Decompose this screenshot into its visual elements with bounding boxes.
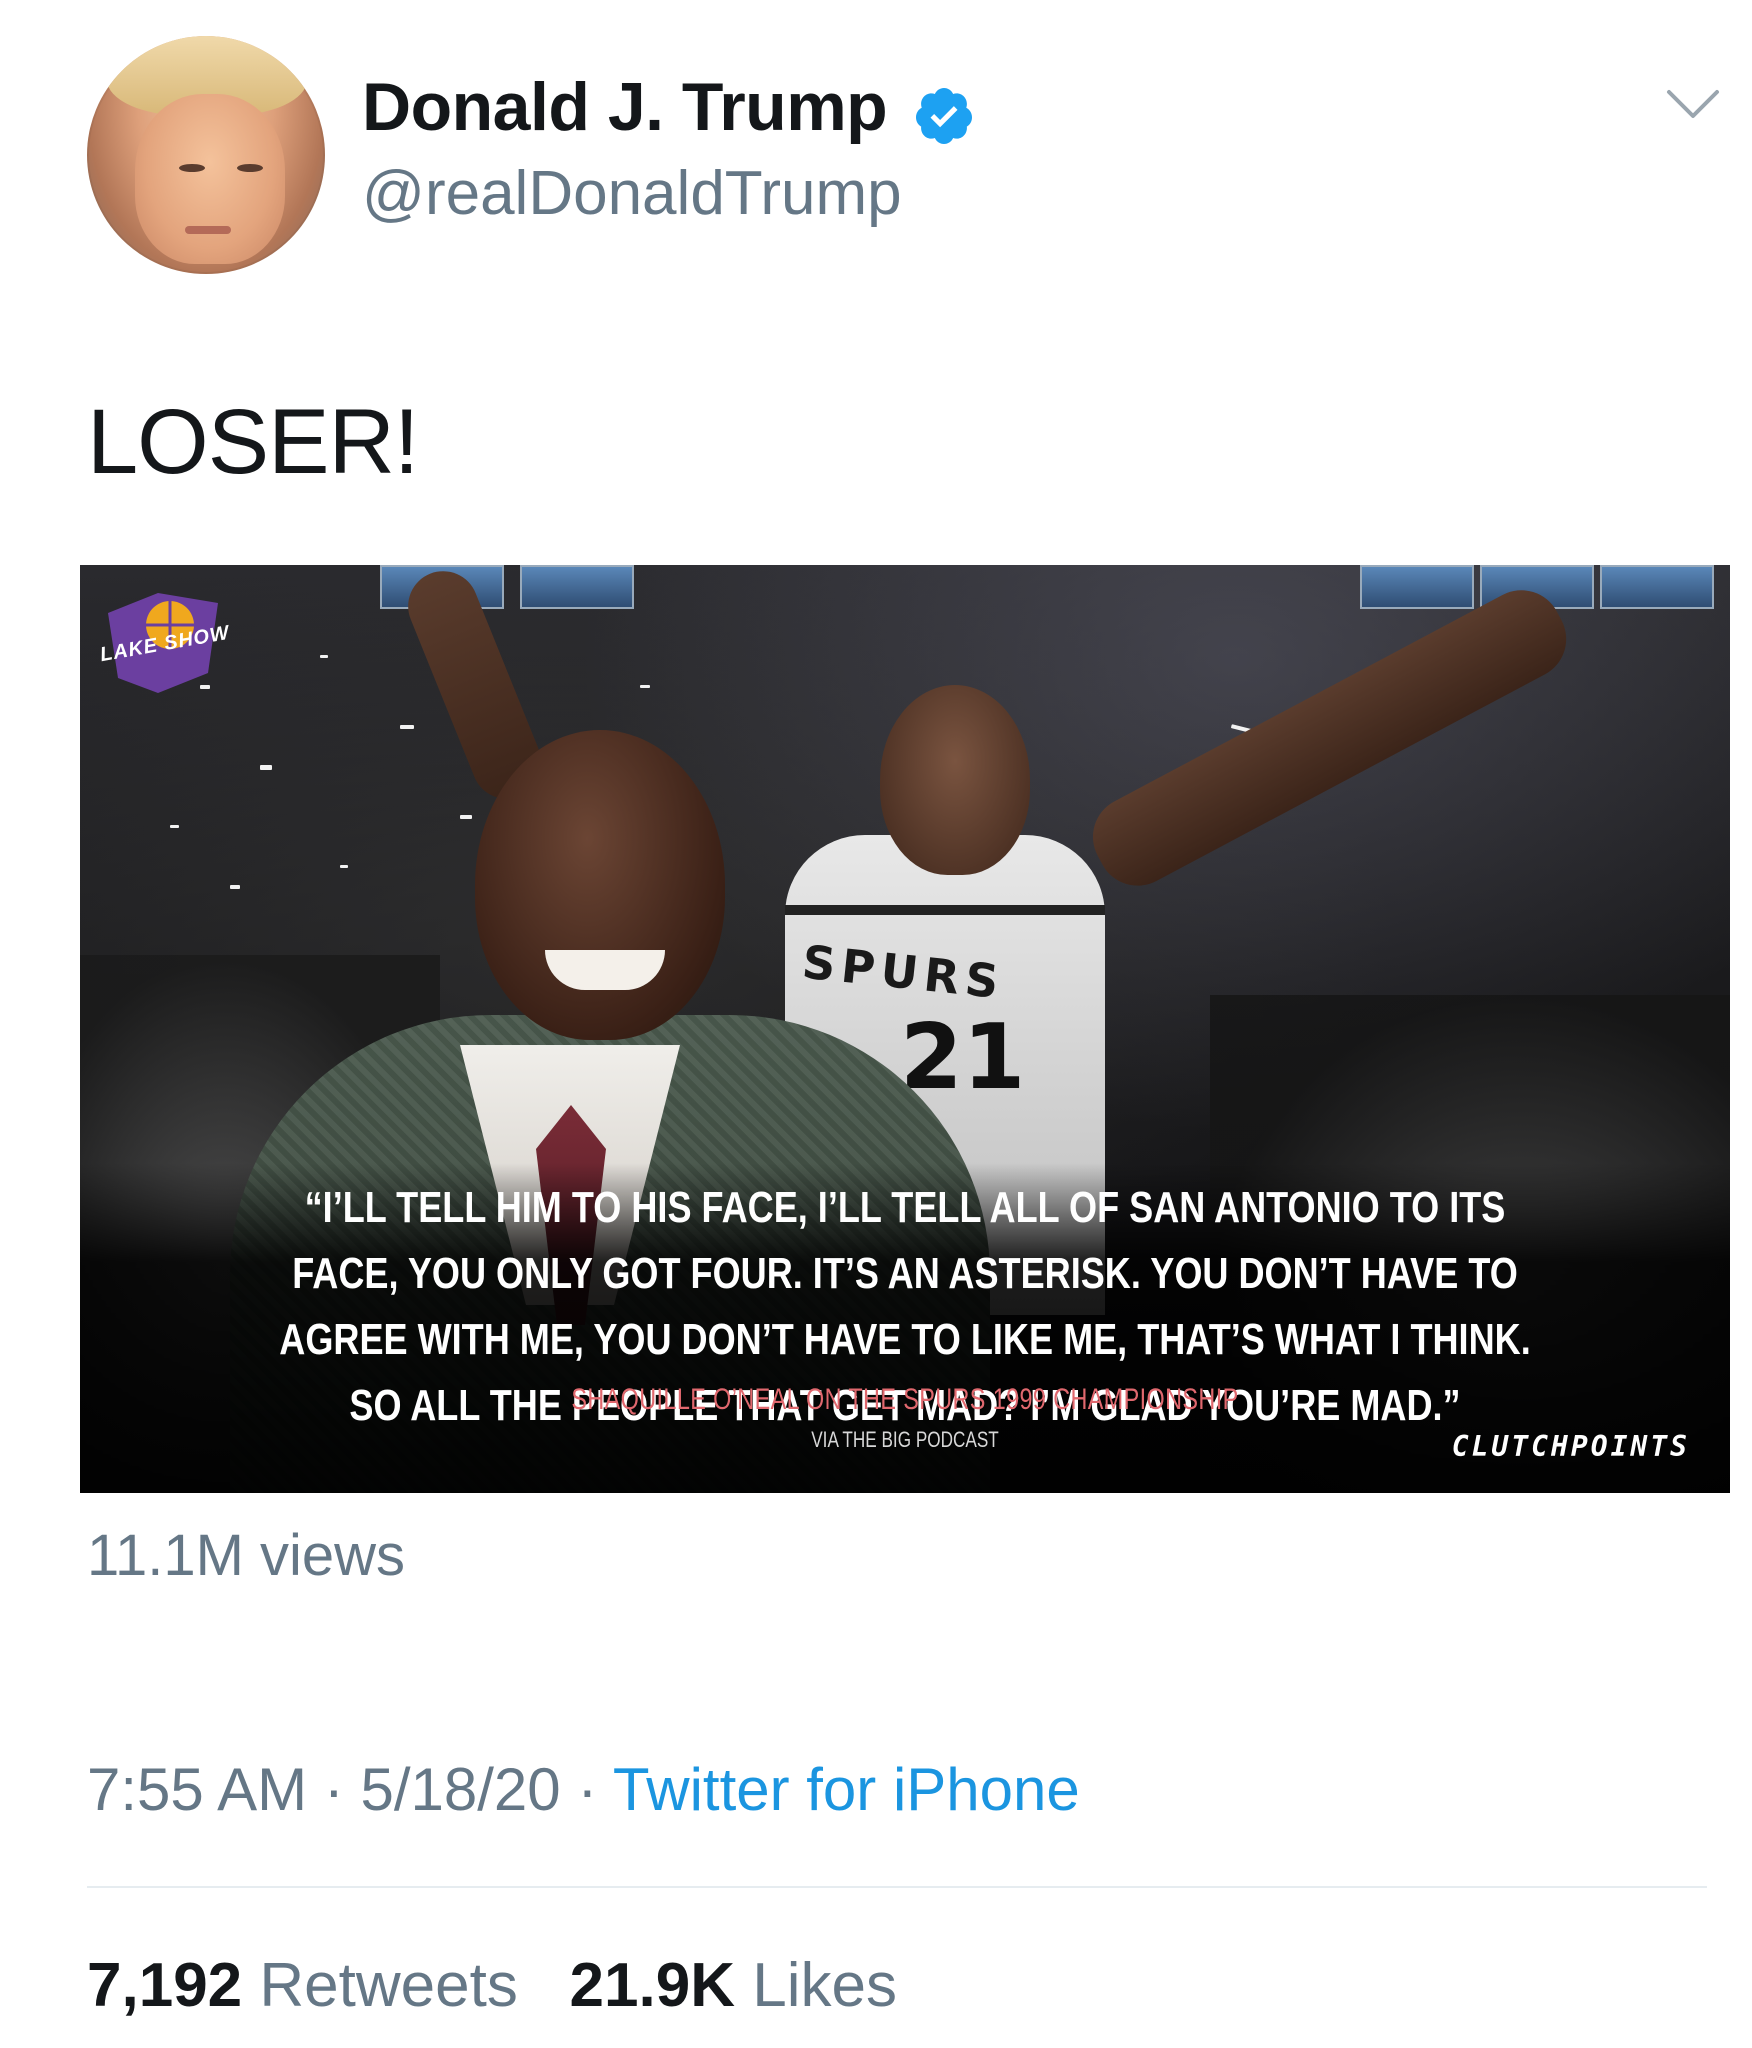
tweet-media-image[interactable]: SPURS 21 LAKE SHOW “I’LL TELL HIM TO HIS… <box>80 565 1730 1493</box>
chevron-down-icon[interactable] <box>1665 88 1721 122</box>
engagement-stats: 7,192 Retweets 21.9K Likes <box>87 1950 897 2021</box>
retweets-stat[interactable]: 7,192 Retweets <box>87 1951 535 2020</box>
user-handle[interactable]: @realDonaldTrump <box>362 158 902 229</box>
profile-avatar[interactable] <box>87 36 325 274</box>
tweet-source-link[interactable]: Twitter for iPhone <box>613 1756 1080 1823</box>
jersey-number: 21 <box>900 1005 1026 1110</box>
tweet-time: 7:55 AM <box>87 1756 308 1823</box>
retweets-count: 7,192 <box>87 1951 243 2020</box>
media-quote-source: VIA THE BIG PODCAST <box>811 1427 999 1452</box>
clutchpoints-logo: CLUTCHPOINTS <box>1451 1430 1690 1463</box>
separator-dot: · <box>323 1756 344 1823</box>
divider <box>87 1886 1707 1888</box>
verified-badge-icon <box>915 88 972 144</box>
separator-dot: · <box>577 1756 598 1823</box>
likes-count: 21.9K <box>569 1951 735 2020</box>
tweet-date: 5/18/20 <box>360 1756 561 1823</box>
likes-label: Likes <box>752 1951 897 2020</box>
retweets-label: Retweets <box>259 1951 518 2020</box>
likes-stat[interactable]: 21.9K Likes <box>570 1951 897 2020</box>
view-count: 11.1M views <box>87 1523 406 1588</box>
media-quote-attribution: SHAQUILLE O’NEAL ON THE SPURS 1999 CHAMP… <box>571 1383 1239 1416</box>
display-name[interactable]: Donald J. Trump <box>362 68 888 146</box>
tweet-metadata: 7:55 AM · 5/18/20 · Twitter for iPhone <box>87 1755 1080 1824</box>
tweet-text: LOSER! <box>87 391 419 493</box>
